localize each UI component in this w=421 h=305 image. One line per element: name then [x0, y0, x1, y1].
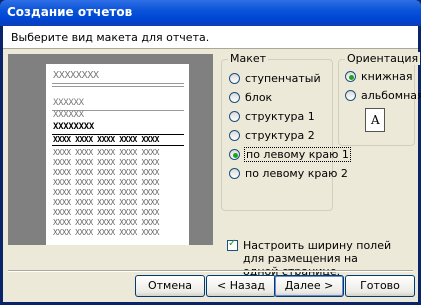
radio-circle[interactable]: [229, 73, 240, 84]
finish-button[interactable]: Готово: [345, 275, 415, 297]
radio-align-left-2[interactable]: по левому краю 2: [229, 167, 348, 180]
next-button[interactable]: Далее >: [274, 275, 344, 297]
radio-circle-selected[interactable]: [345, 71, 356, 82]
radio-circle[interactable]: [229, 111, 240, 122]
radio-label: по левому краю 2: [245, 167, 348, 180]
radio-label: по левому краю 1: [244, 147, 351, 162]
preview-row: XXXX XXXX XXXX XXXX XXXX: [53, 158, 159, 167]
radio-outline-1[interactable]: структура 1: [229, 110, 315, 123]
title-bar[interactable]: Создание отчетов: [0, 0, 421, 26]
preview-group-line: XXXXXXXX: [53, 122, 94, 132]
preview-rule: [52, 83, 184, 84]
preview-row: XXXX XXXX XXXX XXXX XXXX: [53, 198, 159, 207]
radio-circle[interactable]: [229, 92, 240, 103]
preview-row: XXXX XXXX XXXX XXXX XXXX: [53, 168, 159, 177]
radio-label: ступенчатый: [245, 72, 321, 85]
checkbox-box[interactable]: [227, 238, 238, 251]
preview-header-line: XXXXXX: [53, 98, 84, 108]
radio-outline-2[interactable]: структура 2: [229, 129, 315, 142]
cancel-button[interactable]: Отмена: [135, 275, 205, 297]
prompt-text: Выберите вид макета для отчета.: [11, 31, 210, 44]
checkbox-label: Настроить ширину полей для размещения на…: [243, 239, 392, 278]
preview-row: XXXX XXXX XXXX XXXX XXXX: [53, 208, 159, 217]
orientation-group-label: Ориентация: [345, 52, 421, 65]
dialog-window: Создание отчетов Выберите вид макета для…: [0, 0, 421, 305]
header-panel: Выберите вид макета для отчета.: [3, 26, 418, 49]
radio-label: структура 2: [245, 129, 315, 142]
radio-label: альбомная: [361, 89, 421, 102]
preview-row: XXXX XXXX XXXX XXXX XXXX: [53, 218, 159, 227]
preview-page: XXXXXXXX XXXXXX XXXXXX XXXXXXXX XXXX XXX…: [46, 64, 189, 245]
radio-stepped[interactable]: ступенчатый: [229, 72, 321, 85]
preview-subheader-line: XXXXXX: [53, 110, 84, 120]
preview-row: XXXX XXXX XXXX XXXX XXXX: [53, 178, 159, 187]
radio-align-left-1[interactable]: по левому краю 1: [229, 147, 351, 162]
radio-label: книжная: [361, 70, 413, 83]
preview-rule: [52, 86, 184, 87]
radio-landscape[interactable]: альбомная: [345, 89, 421, 102]
radio-portrait[interactable]: книжная: [345, 70, 412, 83]
dialog-body: Выберите вид макета для отчета. XXXXXXXX…: [3, 26, 421, 302]
radio-circle[interactable]: [229, 168, 240, 179]
button-separator: [8, 270, 413, 271]
radio-label: структура 1: [245, 110, 315, 123]
radio-circle[interactable]: [345, 90, 356, 101]
window-title: Создание отчетов: [7, 5, 133, 19]
portrait-page-icon: A: [365, 108, 385, 132]
fit-width-checkbox[interactable]: Настроить ширину полей для размещения на…: [227, 238, 393, 278]
preview-title-line: XXXXXXXX: [53, 70, 99, 81]
preview-row: XXXX XXXX XXXX XXXX XXXX: [53, 148, 159, 157]
layout-preview: XXXXXXXX XXXXXX XXXXXX XXXXXXXX XXXX XXX…: [8, 54, 213, 245]
preview-rule: [52, 145, 184, 146]
back-button[interactable]: < Назад: [206, 275, 276, 297]
radio-circle[interactable]: [229, 130, 240, 141]
radio-block[interactable]: блок: [229, 91, 272, 104]
preview-row: XXXX XXXX XXXX XXXX XXXX: [53, 228, 159, 237]
preview-column-header: XXXX XXXX XXXX XXXX XXXX: [53, 135, 159, 144]
radio-circle-selected[interactable]: [229, 149, 240, 160]
layout-group-label: Макет: [228, 52, 269, 65]
preview-row: XXXX XXXX XXXX XXXX XXXX: [53, 188, 159, 197]
radio-label: блок: [245, 91, 273, 104]
